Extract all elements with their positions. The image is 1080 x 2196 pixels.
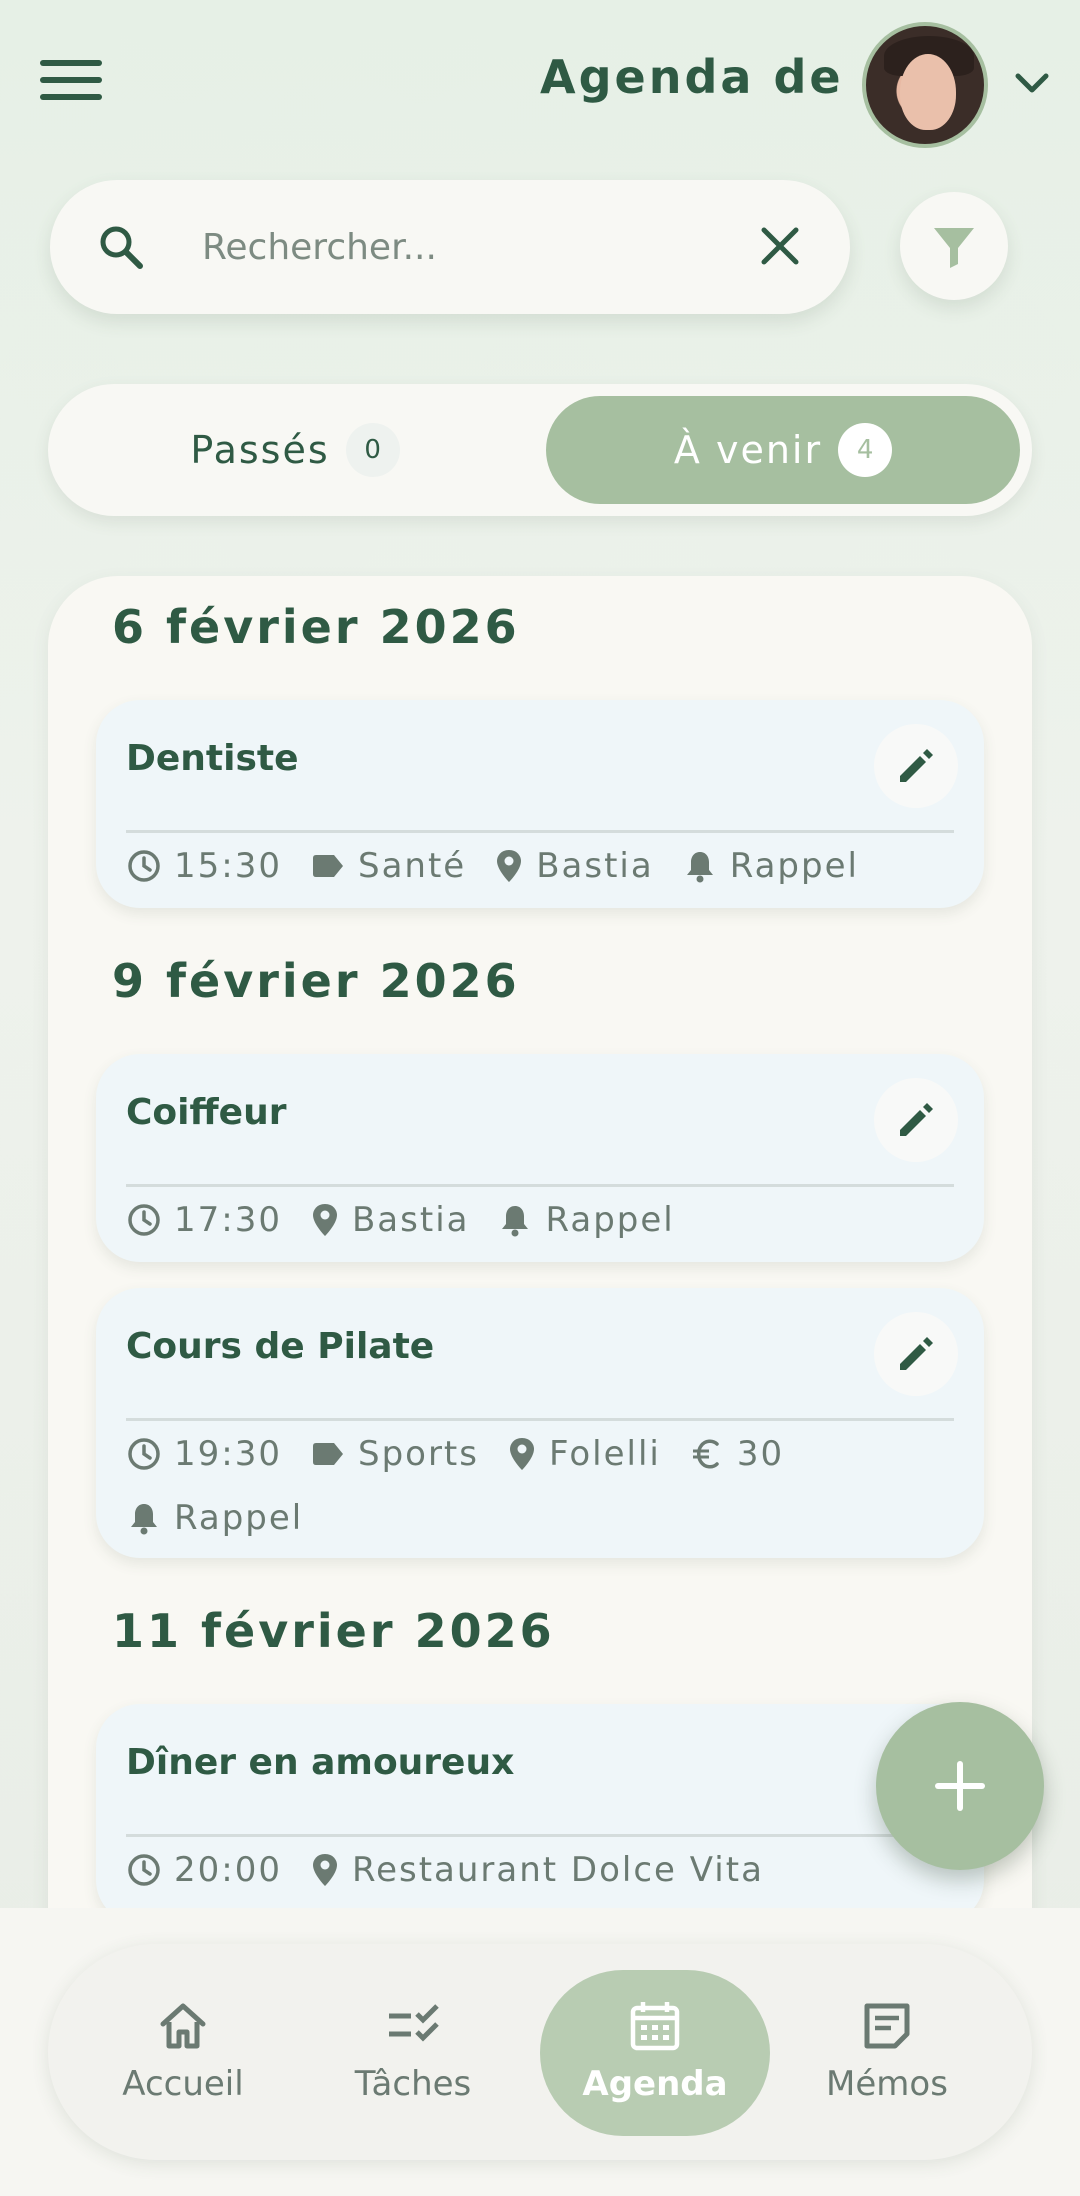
- hamburger-icon: [40, 60, 102, 66]
- edit-button[interactable]: [874, 724, 958, 808]
- event-location: Restaurant Dolce Vita: [351, 1850, 764, 1890]
- page-title: Agenda de :: [540, 50, 884, 104]
- tab-past[interactable]: Passés 0: [60, 396, 530, 504]
- event-category: Santé: [357, 846, 467, 886]
- nav-tasks[interactable]: Tâches: [298, 1970, 528, 2136]
- avatar[interactable]: [862, 22, 988, 148]
- event-time: 20:00: [174, 1850, 282, 1890]
- location-pin-icon: [509, 1438, 534, 1470]
- event-reminder: Rappel: [174, 1498, 304, 1538]
- time-filter-tabs: Passés 0 À venir 4: [48, 384, 1032, 516]
- tab-past-label: Passés: [190, 428, 330, 472]
- edit-button[interactable]: [874, 1312, 958, 1396]
- search-input[interactable]: [202, 212, 722, 282]
- tab-upcoming[interactable]: À venir 4: [546, 396, 1020, 504]
- event-card[interactable]: Dentiste 15:30 Santé Bastia Rappel: [96, 700, 984, 908]
- nav-home-label: Accueil: [122, 2064, 244, 2104]
- nav-agenda-label: Agenda: [582, 2064, 728, 2104]
- clock-icon: [128, 850, 160, 882]
- nav-home[interactable]: Accueil: [68, 1970, 298, 2136]
- event-reminder: Rappel: [545, 1200, 675, 1240]
- event-title: Coiffeur: [126, 1092, 287, 1133]
- nav-tasks-label: Tâches: [354, 2064, 472, 2104]
- event-time: 17:30: [174, 1200, 282, 1240]
- nav-agenda[interactable]: Agenda: [540, 1970, 770, 2136]
- bell-icon: [686, 852, 713, 883]
- event-price: 30: [736, 1434, 785, 1474]
- event-location: Bastia: [351, 1200, 470, 1240]
- tag-icon: [312, 855, 343, 877]
- date-header: 9 février 2026: [112, 954, 520, 1008]
- clock-icon: [128, 1438, 160, 1470]
- event-time: 19:30: [174, 1434, 282, 1474]
- clock-icon: [128, 1854, 160, 1886]
- close-icon: [761, 227, 799, 265]
- clear-search-button[interactable]: [752, 218, 808, 274]
- tab-upcoming-label: À venir: [673, 428, 823, 472]
- calendar-icon: [630, 2002, 680, 2051]
- filter-button[interactable]: [900, 192, 1008, 300]
- location-pin-icon: [312, 1204, 337, 1236]
- event-card[interactable]: Cours de Pilate 19:30 Sports Folelli 30 …: [96, 1288, 984, 1558]
- event-category: Sports: [357, 1434, 479, 1474]
- nav-memos-label: Mémos: [826, 2064, 948, 2104]
- add-event-button[interactable]: [876, 1702, 1044, 1870]
- event-title: Cours de Pilate: [126, 1326, 435, 1367]
- event-location: Folelli: [548, 1434, 661, 1474]
- chevron-down-icon[interactable]: [1012, 68, 1052, 98]
- event-card[interactable]: Dîner en amoureux 20:00 Restaurant Dolce…: [96, 1704, 984, 1924]
- pencil-icon: [900, 1103, 933, 1136]
- bottom-nav: Accueil Tâches Agenda Mémos: [48, 1944, 1032, 2160]
- event-time: 15:30: [174, 846, 282, 886]
- note-icon: [864, 2003, 910, 2049]
- edit-button[interactable]: [874, 1078, 958, 1162]
- event-location: Bastia: [536, 846, 654, 886]
- plus-icon: [935, 1761, 985, 1811]
- pencil-icon: [900, 749, 933, 782]
- checklist-icon: [389, 2004, 439, 2042]
- location-pin-icon: [497, 850, 522, 882]
- euro-icon: [692, 1439, 719, 1469]
- filter-icon: [934, 228, 974, 268]
- date-header: 11 février 2026: [112, 1604, 555, 1658]
- past-count-badge: 0: [345, 423, 400, 477]
- search-icon: [100, 226, 143, 269]
- nav-memos[interactable]: Mémos: [772, 1970, 1002, 2136]
- upcoming-count-badge: 4: [838, 423, 893, 477]
- event-reminder: Rappel: [729, 846, 859, 886]
- menu-button[interactable]: [40, 60, 102, 110]
- event-title: Dîner en amoureux: [126, 1742, 515, 1783]
- clock-icon: [128, 1204, 160, 1236]
- search-bar: [50, 180, 850, 314]
- bell-icon: [131, 1504, 157, 1535]
- location-pin-icon: [312, 1854, 337, 1886]
- event-title: Dentiste: [126, 738, 299, 779]
- pencil-icon: [900, 1337, 933, 1370]
- home-icon: [160, 2003, 206, 2049]
- event-card[interactable]: Coiffeur 17:30 Bastia Rappel: [96, 1054, 984, 1262]
- date-header: 6 février 2026: [112, 600, 520, 654]
- app-header: Agenda de :: [0, 0, 1080, 170]
- tag-icon: [312, 1443, 343, 1465]
- bell-icon: [502, 1206, 529, 1237]
